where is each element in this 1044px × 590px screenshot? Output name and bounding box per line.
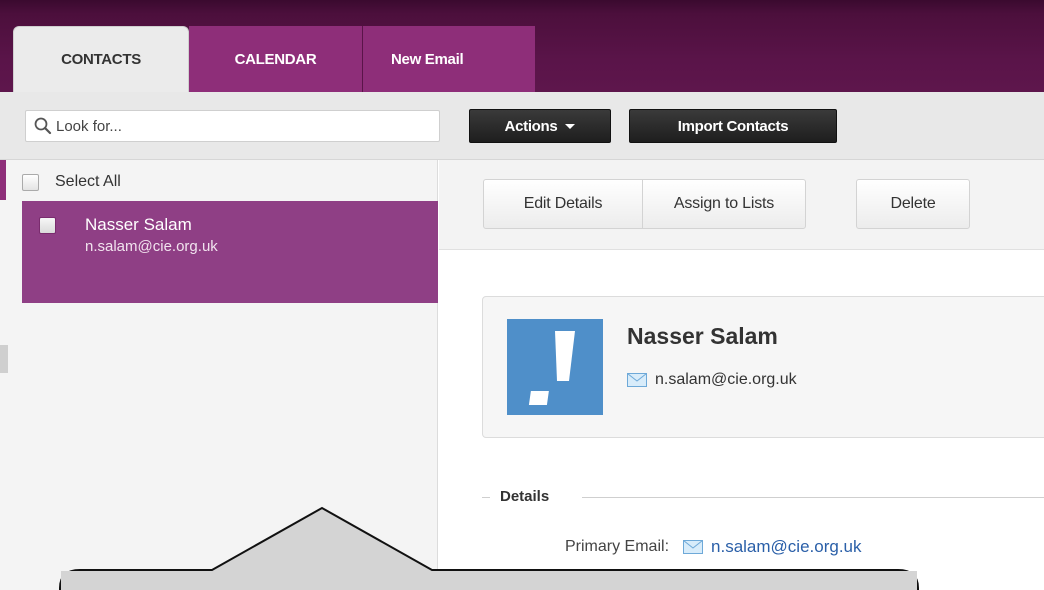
- primary-email-label: Primary Email:: [565, 538, 670, 555]
- card-email-row: n.salam@cie.org.uk: [627, 371, 797, 389]
- primary-email-row: Primary Email: n.salam@cie.org.uk: [565, 537, 862, 557]
- contact-full-name: Nasser Salam: [627, 323, 778, 349]
- mail-icon: [627, 373, 647, 387]
- contact-checkbox[interactable]: [39, 217, 56, 234]
- resize-handle[interactable]: [0, 345, 8, 373]
- details-section-header: Details: [482, 488, 1044, 508]
- contact-name: Nasser Salam: [85, 215, 192, 234]
- select-all-label: Select All: [55, 173, 121, 190]
- search-input[interactable]: [54, 117, 439, 135]
- search-icon: [32, 115, 54, 137]
- primary-email-link[interactable]: n.salam@cie.org.uk: [711, 537, 862, 557]
- contacts-sidebar: Select All Nasser Salam n.salam@cie.org.…: [0, 160, 438, 590]
- contact-action-bar: Edit Details Assign to Lists Delete: [439, 160, 1044, 250]
- chevron-down-icon: [565, 123, 576, 129]
- contact-detail-pane: Edit Details Assign to Lists Delete Nass…: [439, 160, 1044, 590]
- actions-dropdown-button[interactable]: Actions: [469, 109, 611, 143]
- mail-icon: [683, 540, 704, 554]
- select-all-checkbox[interactable]: [22, 173, 39, 191]
- top-tab-bar: CONTACTS CALENDAR New Email: [0, 0, 1044, 92]
- delete-button[interactable]: Delete: [856, 179, 970, 229]
- sidebar-accent-bar: [0, 160, 6, 200]
- divider: [482, 497, 490, 498]
- actions-button-label: Actions: [504, 117, 558, 135]
- tab-calendar[interactable]: CALENDAR: [189, 26, 363, 92]
- list-item[interactable]: Nasser Salam n.salam@cie.org.uk: [22, 201, 438, 303]
- select-all-row[interactable]: Select All: [22, 170, 121, 194]
- card-email: n.salam@cie.org.uk: [655, 371, 797, 388]
- contact-email: n.salam@cie.org.uk: [85, 238, 218, 255]
- details-title: Details: [500, 488, 550, 505]
- toolbar: Actions Import Contacts: [0, 92, 1044, 160]
- avatar-placeholder-icon: [507, 319, 603, 415]
- tab-contacts[interactable]: CONTACTS: [13, 26, 189, 92]
- search-box[interactable]: [25, 110, 440, 142]
- import-contacts-button[interactable]: Import Contacts: [629, 109, 837, 143]
- assign-to-lists-button[interactable]: Assign to Lists: [642, 179, 806, 229]
- edit-details-button[interactable]: Edit Details: [483, 179, 643, 229]
- divider: [582, 497, 1044, 498]
- contact-card: Nasser Salam n.salam@cie.org.uk: [482, 296, 1044, 438]
- tab-new-email[interactable]: New Email: [363, 26, 535, 92]
